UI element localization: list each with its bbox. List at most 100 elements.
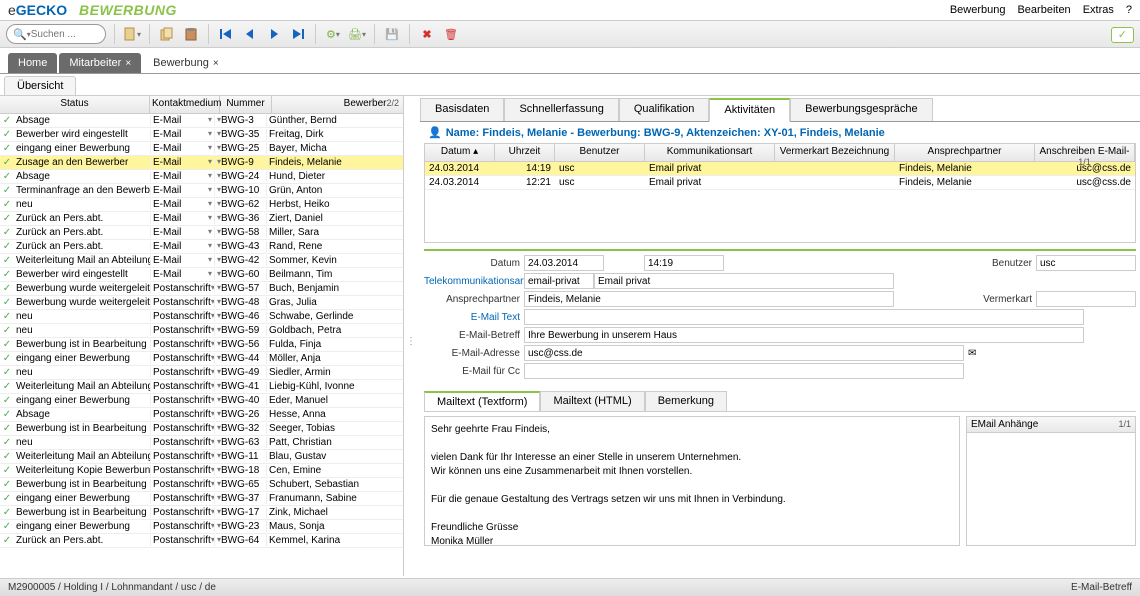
app-header: eGECKO BEWERBUNG Bewerbung Bearbeiten Ex… (0, 0, 1140, 20)
datum-field[interactable] (524, 255, 604, 271)
table-row[interactable]: ✓eingang einer BewerbungE-Mail▾▾ BWG-25B… (0, 142, 403, 156)
col-bewerber[interactable]: Bewerber2/2 (272, 96, 403, 113)
table-row[interactable]: ✓AbsagePostanschrift▾▾ BWG-26Hesse, Anna (0, 408, 403, 422)
subtab-mailtext-html[interactable]: Mailtext (HTML) (540, 391, 644, 411)
confirm-button[interactable]: ✓ (1111, 27, 1134, 43)
menu-help[interactable]: ? (1126, 4, 1132, 16)
col-anschreiben[interactable]: Anschreiben E-Mail-1/1 (1035, 144, 1135, 161)
table-row[interactable]: ✓neuPostanschrift▾▾ BWG-46Schwabe, Gerli… (0, 310, 403, 324)
nav-prev-icon[interactable] (241, 25, 259, 43)
table-row[interactable]: ✓neuE-Mail▾▾ BWG-62Herbst, Heiko (0, 198, 403, 212)
betreff-field[interactable] (524, 327, 1084, 343)
table-row[interactable]: ✓Bewerber wird eingestelltE-Mail▾▾ BWG-6… (0, 268, 403, 282)
tab-mitarbeiter[interactable]: Mitarbeiter× (59, 53, 141, 73)
table-row[interactable]: ✓Weiterleitung Mail an Abteilung YPostan… (0, 380, 403, 394)
col-benutzer[interactable]: Benutzer (555, 144, 645, 161)
table-row[interactable]: ✓Weiterleitung Kopie Bewerbung...Postans… (0, 464, 403, 478)
col-medium[interactable]: Kontaktmedium (150, 96, 220, 113)
col-ansprechpartner[interactable]: Ansprechpartner (895, 144, 1035, 161)
list-body[interactable]: ✓AbsageE-Mail▾▾ BWG-3Günther, Bernd✓Bewe… (0, 114, 403, 576)
col-nummer[interactable]: Nummer (220, 96, 272, 113)
col-uhrzeit[interactable]: Uhrzeit (495, 144, 555, 161)
table-row[interactable]: ✓Bewerbung ist in BearbeitungPostanschri… (0, 506, 403, 520)
table-row[interactable]: ✓Zurück an Pers.abt.E-Mail▾▾ BWG-36Ziert… (0, 212, 403, 226)
nav-next-icon[interactable] (265, 25, 283, 43)
menu-extras[interactable]: Extras (1083, 4, 1114, 16)
close-icon[interactable]: × (125, 58, 131, 69)
mail-subtab-bar: Mailtext (Textform) Mailtext (HTML) Beme… (424, 391, 1136, 412)
menu-bearbeiten[interactable]: Bearbeiten (1017, 4, 1070, 16)
table-row[interactable]: ✓Bewerbung ist in BearbeitungPostanschri… (0, 422, 403, 436)
table-row[interactable]: ✓Bewerbung wurde weitergeleitetPostansch… (0, 282, 403, 296)
table-row[interactable]: ✓neuPostanschrift▾▾ BWG-59Goldbach, Petr… (0, 324, 403, 338)
table-row[interactable]: ✓eingang einer BewerbungPostanschrift▾▾ … (0, 492, 403, 506)
subtab-uebersicht[interactable]: Übersicht (4, 76, 76, 95)
emailtext-field[interactable] (524, 309, 1084, 325)
tab-basisdaten[interactable]: Basisdaten (420, 98, 504, 121)
tab-gespraeche[interactable]: Bewerbungsgespräche (790, 98, 933, 121)
person-icon: 👤 (428, 126, 442, 139)
table-row[interactable]: ✓Zurück an Pers.abt.E-Mail▾▾ BWG-43Rand,… (0, 240, 403, 254)
applicant-list-pane: Status Kontaktmedium Nummer Bewerber2/2 … (0, 96, 404, 576)
menu-bewerbung[interactable]: Bewerbung (950, 4, 1006, 16)
table-row[interactable]: ✓Zurück an Pers.abt.Postanschrift▾▾ BWG-… (0, 534, 403, 548)
table-row[interactable]: ✓AbsageE-Mail▾▾ BWG-3Günther, Bernd (0, 114, 403, 128)
close-x-icon[interactable]: ✖ (418, 25, 436, 43)
table-row[interactable]: ✓eingang einer BewerbungPostanschrift▾▾ … (0, 352, 403, 366)
adresse-field[interactable] (524, 345, 964, 361)
table-row[interactable]: ✓AbsageE-Mail▾▾ BWG-24Hund, Dieter (0, 170, 403, 184)
emailtext-label[interactable]: E-Mail Text (424, 312, 524, 323)
tab-aktivitaeten[interactable]: Aktivitäten (709, 98, 790, 122)
col-vermerkart[interactable]: Vermerkart Bezeichnung (775, 144, 895, 161)
gear-icon[interactable]: ⚙▾ (324, 25, 342, 43)
tab-schnellerfassung[interactable]: Schnellerfassung (504, 98, 618, 121)
zeit-field[interactable] (644, 255, 724, 271)
table-row[interactable]: ✓neuPostanschrift▾▾ BWG-49Siedler, Armin (0, 366, 403, 380)
detail-pane: ⋮ Basisdaten Schnellerfassung Qualifikat… (404, 96, 1140, 576)
table-row[interactable]: 24.03.201412:21uscEmail privatFindeis, M… (425, 176, 1135, 190)
copy-icon[interactable] (158, 25, 176, 43)
trash-icon[interactable]: 🗑 (442, 25, 460, 43)
table-row[interactable]: ✓Weiterleitung Mail an Abteilung XE-Mail… (0, 254, 403, 268)
table-row[interactable]: ✓Bewerbung ist in BearbeitungPostanschri… (0, 338, 403, 352)
new-doc-icon[interactable]: ▾ (123, 25, 141, 43)
search-input[interactable] (31, 29, 91, 40)
table-row[interactable]: 24.03.201414:19uscEmail privatFindeis, M… (425, 162, 1135, 176)
table-row[interactable]: ✓eingang einer BewerbungPostanschrift▾▾ … (0, 520, 403, 534)
save-icon[interactable]: 💾 (383, 25, 401, 43)
cc-field[interactable] (524, 363, 964, 379)
split-handle-icon[interactable]: ⋮ (406, 336, 416, 347)
col-datum[interactable]: Datum ▴ (425, 144, 495, 161)
telekomm-label[interactable]: Telekommunikationsart (424, 276, 524, 287)
vermerkart-field[interactable] (1036, 291, 1136, 307)
table-row[interactable]: ✓Terminanfrage an den BewerberE-Mail▾▾ B… (0, 184, 403, 198)
print-icon[interactable]: 🖨▾ (348, 25, 366, 43)
table-row[interactable]: ✓Bewerbung ist in BearbeitungPostanschri… (0, 478, 403, 492)
activity-body[interactable]: 24.03.201414:19uscEmail privatFindeis, M… (425, 162, 1135, 242)
tab-bewerbung[interactable]: Bewerbung× (143, 53, 229, 73)
table-row[interactable]: ✓Zusage an den BewerberE-Mail▾▾ BWG-9Fin… (0, 156, 403, 170)
close-icon[interactable]: × (213, 58, 219, 69)
telekomm-field[interactable] (524, 273, 594, 289)
search-box[interactable]: 🔍▾ (6, 24, 106, 44)
table-row[interactable]: ✓Weiterleitung Mail an Abteilung XPostan… (0, 450, 403, 464)
subtab-mailtext-text[interactable]: Mailtext (Textform) (424, 391, 540, 411)
table-row[interactable]: ✓Zurück an Pers.abt.E-Mail▾▾ BWG-58Mille… (0, 226, 403, 240)
col-kommunikation[interactable]: Kommunikationsart (645, 144, 775, 161)
subtab-bemerkung[interactable]: Bemerkung (645, 391, 727, 411)
paste-icon[interactable] (182, 25, 200, 43)
col-status[interactable]: Status (0, 96, 150, 113)
activity-form: Datum Benutzer Telekommunikationsart Ans… (424, 249, 1136, 381)
nav-last-icon[interactable] (289, 25, 307, 43)
tab-qualifikation[interactable]: Qualifikation (619, 98, 710, 121)
tab-home[interactable]: Home (8, 53, 57, 73)
table-row[interactable]: ✓neuPostanschrift▾▾ BWG-63Patt, Christia… (0, 436, 403, 450)
mail-icon[interactable]: ✉ (968, 348, 976, 359)
ansprechpartner-field[interactable] (524, 291, 894, 307)
table-row[interactable]: ✓eingang einer BewerbungPostanschrift▾▾ … (0, 394, 403, 408)
table-row[interactable]: ✓Bewerbung wurde weitergeleitetPostansch… (0, 296, 403, 310)
table-row[interactable]: ✓Bewerber wird eingestelltE-Mail▾▾ BWG-3… (0, 128, 403, 142)
benutzer-field[interactable] (1036, 255, 1136, 271)
mail-body-text[interactable]: Sehr geehrte Frau Findeis,vielen Dank fü… (424, 416, 960, 546)
nav-first-icon[interactable] (217, 25, 235, 43)
